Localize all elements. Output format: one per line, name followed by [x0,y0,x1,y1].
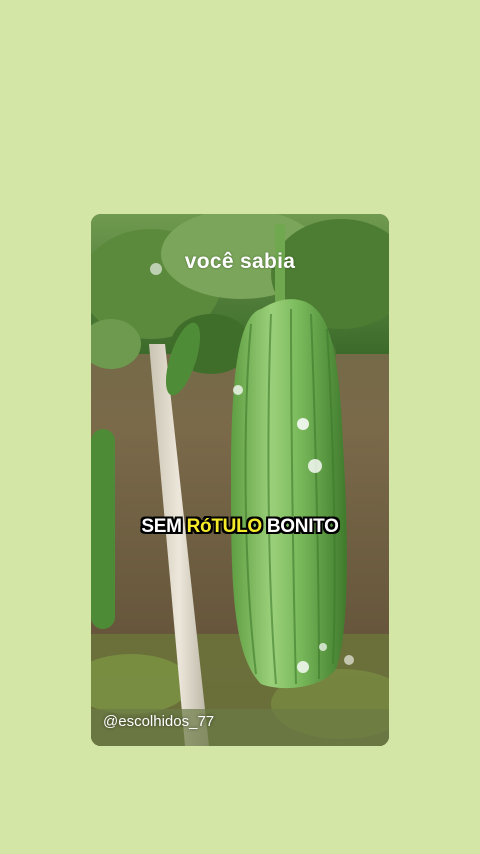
caption: SEM RóTULO BONITO [91,516,389,538]
light-dot [297,661,309,673]
light-dot [233,385,243,395]
creator-handle[interactable]: @escolhidos_77 [103,713,214,730]
title-text: você sabia [184,250,296,273]
light-dot [297,418,309,430]
caption-word: BONITO [266,516,339,537]
light-dot [319,643,327,651]
caption-word: SEM [141,516,182,537]
video-card[interactable]: você sabia SEM RóTULO BONITO @escolhidos… [91,214,389,746]
caption-highlight-word: RóTULO [186,516,263,537]
light-dot [308,459,322,473]
scene-image [91,214,389,746]
light-dot [344,655,354,665]
